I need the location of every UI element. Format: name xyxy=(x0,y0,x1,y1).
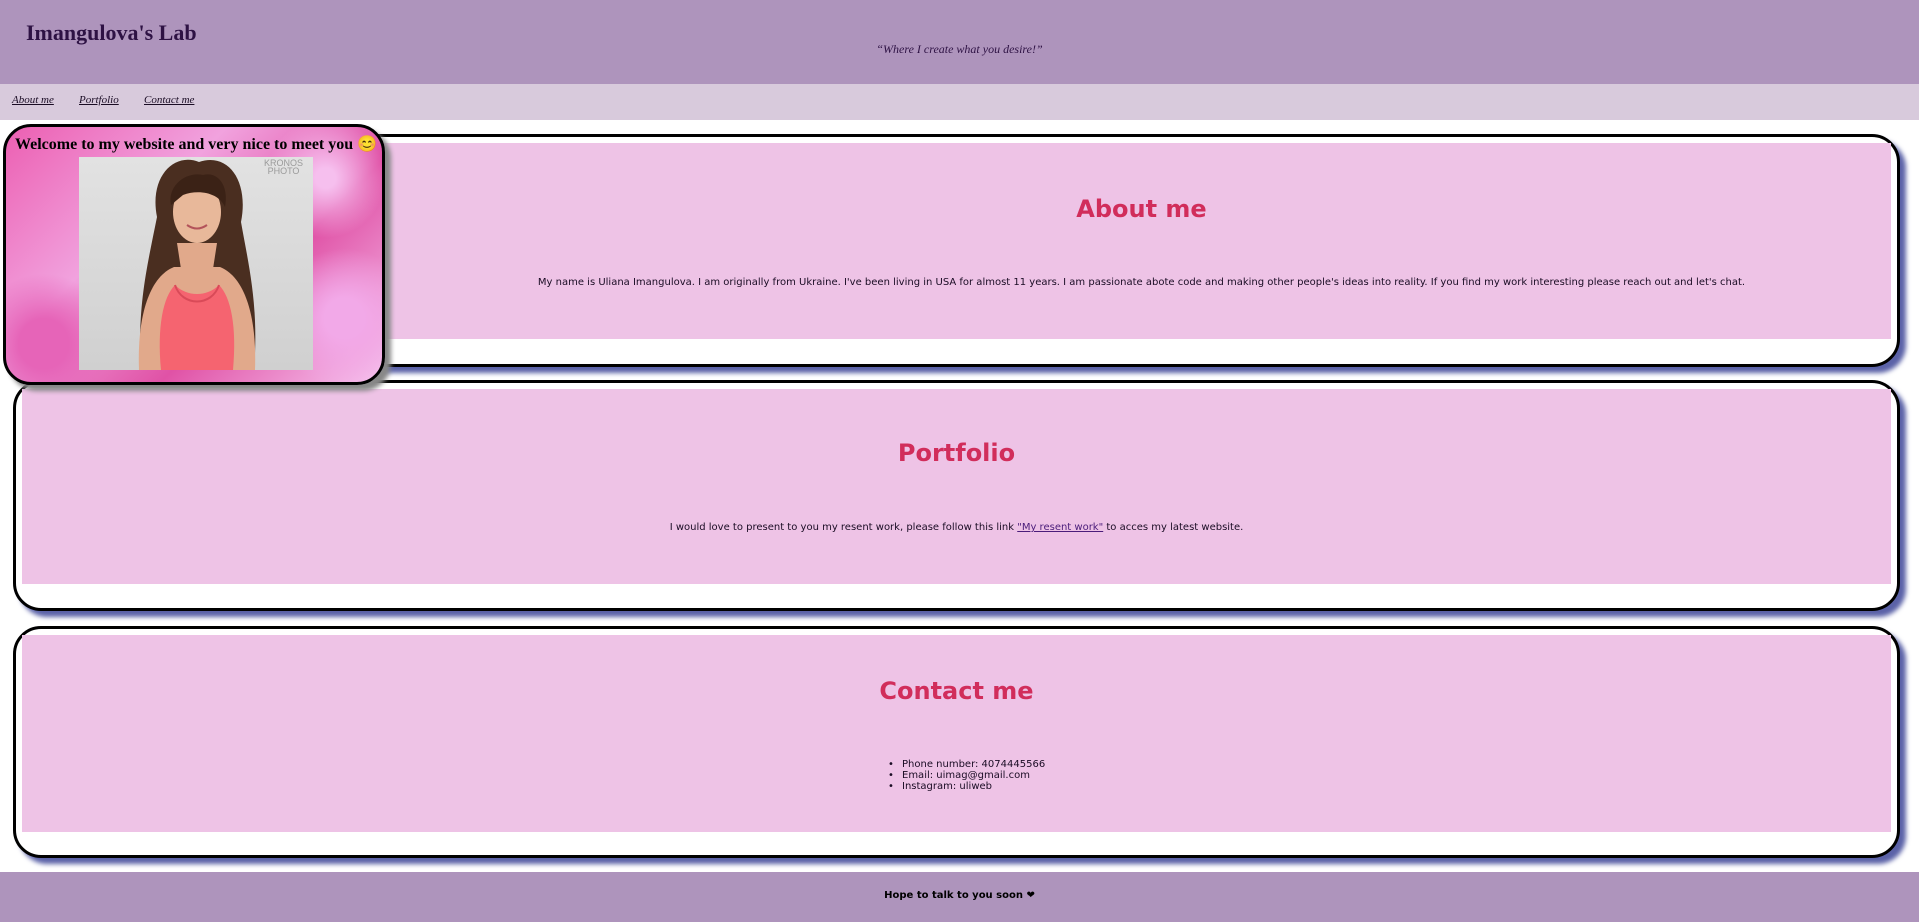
nav-link-portfolio[interactable]: Portfolio xyxy=(79,94,119,106)
portfolio-heading: Portfolio xyxy=(897,439,1016,467)
portfolio-text-after: to acces my latest website. xyxy=(1103,522,1244,533)
portfolio-text: I would love to present to you my resent… xyxy=(22,522,1891,533)
contact-heading: Contact me xyxy=(879,677,1034,705)
site-footer: Hope to talk to you soon ❤ xyxy=(0,872,1919,922)
portfolio-panel: Portfolio I would love to present to you… xyxy=(22,389,1891,584)
contact-instagram: Instagram: uliweb xyxy=(888,781,1188,792)
profile-photo: KRONOS PHOTO xyxy=(79,157,313,370)
nav-link-about[interactable]: About me xyxy=(12,94,54,106)
nav-link-contact[interactable]: Contact me xyxy=(144,94,194,106)
contact-list: Phone number: 4074445566 Email: uimag@gm… xyxy=(888,759,1188,792)
photo-watermark: KRONOS PHOTO xyxy=(263,158,303,176)
welcome-card: Welcome to my website and very nice to m… xyxy=(3,124,385,385)
portfolio-link[interactable]: "My resent work" xyxy=(1017,522,1103,533)
portfolio-section: Portfolio I would love to present to you… xyxy=(13,380,1900,611)
person-illustration xyxy=(138,159,256,370)
welcome-heading: Welcome to my website and very nice to m… xyxy=(15,136,378,153)
nav-bar: About me Portfolio Contact me xyxy=(0,84,1919,120)
contact-phone: Phone number: 4074445566 xyxy=(888,759,1188,770)
site-header: Imangulova's Lab “Where I create what yo… xyxy=(0,0,1919,84)
site-tagline: “Where I create what you desire!” xyxy=(876,42,1043,56)
contact-email: Email: uimag@gmail.com xyxy=(888,770,1188,781)
contact-section: Contact me Phone number: 4074445566 Emai… xyxy=(13,626,1900,858)
contact-panel: Contact me Phone number: 4074445566 Emai… xyxy=(22,635,1891,832)
portfolio-text-before: I would love to present to you my resent… xyxy=(669,522,1018,533)
footer-text: Hope to talk to you soon ❤ xyxy=(884,890,1035,901)
